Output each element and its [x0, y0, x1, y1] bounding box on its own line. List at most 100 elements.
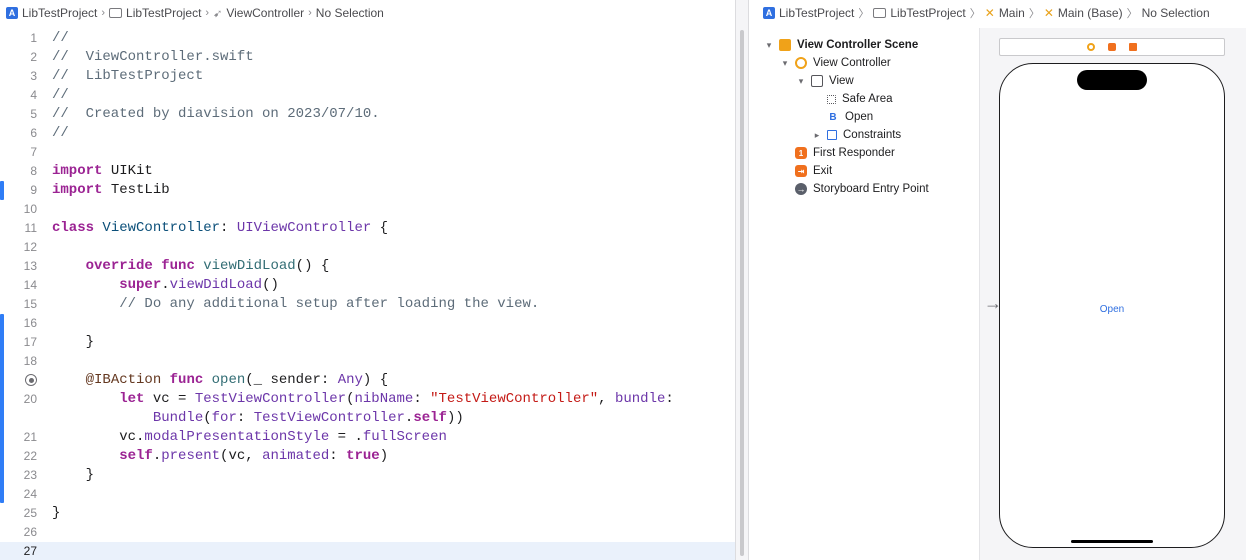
code-line[interactable]: 7 [0, 143, 735, 162]
code-line[interactable]: 27 [0, 542, 735, 560]
code-line[interactable]: 25} [0, 504, 735, 523]
scene-dock[interactable] [999, 38, 1225, 56]
code-line[interactable]: 22 self.present(vc, animated: true) [0, 447, 735, 466]
line-number[interactable]: 22 [0, 447, 37, 466]
line-number[interactable]: 26 [0, 523, 37, 542]
line-number[interactable]: 16 [0, 314, 37, 333]
code-text[interactable]: import TestLib [52, 181, 170, 200]
line-number[interactable]: 3 [0, 67, 37, 86]
code-text[interactable]: // [52, 124, 69, 143]
code-line[interactable]: 17 } [0, 333, 735, 352]
chevron-down-icon[interactable]: ▾ [779, 58, 791, 69]
code-line[interactable]: 12 [0, 238, 735, 257]
device-frame[interactable]: Open [999, 63, 1225, 548]
crumb-symbol[interactable]: No Selection [316, 6, 384, 20]
crumb-file[interactable]: ➹ ViewController [213, 6, 304, 20]
code-line[interactable]: 15 // Do any additional setup after load… [0, 295, 735, 314]
code-text[interactable]: // ViewController.swift [52, 48, 254, 67]
line-number[interactable]: 27 [0, 542, 37, 560]
outline-item[interactable]: ▸ Constraints [811, 126, 901, 144]
crumb-group[interactable]: LibTestProject [109, 6, 201, 20]
code-text[interactable]: class ViewController: UIViewController { [52, 219, 388, 238]
crumb-project[interactable]: A LibTestProject [6, 6, 97, 20]
crumb-selection[interactable]: No Selection [1142, 6, 1210, 20]
code-text[interactable]: import UIKit [52, 162, 153, 181]
split-divider[interactable] [735, 0, 749, 560]
code-text[interactable]: } [52, 504, 60, 523]
outline-item[interactable]: ⇥ Exit [779, 162, 832, 180]
line-number[interactable]: 9 [0, 181, 37, 200]
line-number[interactable]: 8 [0, 162, 37, 181]
code-line[interactable]: 8 import UIKit [0, 162, 735, 181]
outline-item[interactable]: 1 First Responder [779, 144, 895, 162]
line-number[interactable]: 15 [0, 295, 37, 314]
code-text[interactable]: // Do any additional setup after loading… [52, 295, 539, 314]
code-line[interactable]: 3 // LibTestProject [0, 67, 735, 86]
line-number[interactable]: 5 [0, 105, 37, 124]
code-text[interactable]: // LibTestProject [52, 67, 203, 86]
code-text[interactable]: // Created by diavision on 2023/07/10. [52, 105, 380, 124]
code-line[interactable]: @IBAction func open(_ sender: Any) { [0, 371, 735, 390]
crumb-group[interactable]: LibTestProject [873, 6, 966, 20]
code-line[interactable]: 5 // Created by diavision on 2023/07/10. [0, 105, 735, 124]
interface-builder-pane[interactable]: A LibTestProject 〉 LibTestProject 〉 ✕ Ma… [749, 0, 1246, 560]
code-line[interactable]: 1 // [0, 29, 735, 48]
line-number[interactable]: 17 [0, 333, 37, 352]
outline-item[interactable]: B Open [811, 108, 873, 126]
code-text[interactable]: let vc = TestViewController(nibName: "Te… [52, 390, 674, 409]
code-line[interactable]: 16 [0, 314, 735, 333]
chevron-right-icon[interactable]: ▸ [811, 130, 823, 141]
line-number[interactable]: 11 [0, 219, 37, 238]
crumb-project[interactable]: A LibTestProject [763, 6, 854, 20]
code-line[interactable]: 24 [0, 485, 735, 504]
source-code-area[interactable]: 1 // 2 // ViewController.swift 3 // LibTestPr… [0, 29, 735, 560]
line-number[interactable]: 6 [0, 124, 37, 143]
code-line[interactable]: 21 vc.modalPresentationStyle = .fullScre… [0, 428, 735, 447]
outline-item[interactable]: Safe Area [811, 90, 893, 108]
code-line[interactable]: 20 let vc = TestViewController(nibName: … [0, 390, 735, 409]
code-text[interactable]: self.present(vc, animated: true) [52, 447, 388, 466]
code-line[interactable]: Bundle(for: TestViewController.self)) [0, 409, 735, 428]
line-number[interactable]: 21 [0, 428, 37, 447]
code-text[interactable]: vc.modalPresentationStyle = .fullScreen [52, 428, 447, 447]
code-text[interactable]: @IBAction func open(_ sender: Any) { [52, 371, 389, 390]
crumb-storyboard[interactable]: ✕ Main [985, 6, 1025, 20]
line-number[interactable]: 25 [0, 504, 37, 523]
open-button[interactable]: Open [1000, 304, 1224, 315]
code-line[interactable]: 9 import TestLib [0, 181, 735, 200]
line-number[interactable]: 24 [0, 485, 37, 504]
code-line[interactable]: 6 // [0, 124, 735, 143]
code-line[interactable]: 26 [0, 523, 735, 542]
code-text[interactable]: Bundle(for: TestViewController.self)) [52, 409, 464, 428]
vertical-scrollbar[interactable] [740, 30, 744, 556]
storyboard-canvas[interactable]: → Open [979, 28, 1246, 560]
line-number[interactable]: 13 [0, 257, 37, 276]
code-line[interactable]: 23 } [0, 466, 735, 485]
outline-item[interactable]: ▾ View [795, 72, 854, 90]
line-number[interactable]: 12 [0, 238, 37, 257]
code-text[interactable]: } [52, 466, 94, 485]
line-number[interactable]: 23 [0, 466, 37, 485]
outline-item[interactable]: → Storyboard Entry Point [779, 180, 929, 198]
code-line[interactable]: 14 super.viewDidLoad() [0, 276, 735, 295]
code-line[interactable]: 4 // [0, 86, 735, 105]
line-number[interactable]: 4 [0, 86, 37, 105]
code-text[interactable]: // [52, 86, 69, 105]
line-number[interactable]: 7 [0, 143, 37, 162]
code-line[interactable]: 18 [0, 352, 735, 371]
line-number[interactable]: 14 [0, 276, 37, 295]
code-text[interactable]: override func viewDidLoad() { [52, 257, 330, 276]
code-line[interactable]: 10 [0, 200, 735, 219]
code-line[interactable]: 13 override func viewDidLoad() { [0, 257, 735, 276]
change-bar[interactable] [0, 314, 4, 503]
crumb-storyboard-base[interactable]: ✕ Main (Base) [1044, 6, 1123, 20]
chevron-down-icon[interactable]: ▾ [763, 40, 775, 51]
code-line[interactable]: 11 class ViewController: UIViewController… [0, 219, 735, 238]
first-responder-icon[interactable] [1108, 43, 1116, 51]
chevron-down-icon[interactable]: ▾ [795, 76, 807, 87]
view-controller-icon[interactable] [1087, 43, 1095, 51]
line-number[interactable]: 10 [0, 200, 37, 219]
outline-item[interactable]: ▾ View Controller Scene [763, 36, 918, 54]
exit-icon[interactable] [1129, 43, 1137, 51]
outline-item[interactable]: ▾ View Controller [779, 54, 891, 72]
